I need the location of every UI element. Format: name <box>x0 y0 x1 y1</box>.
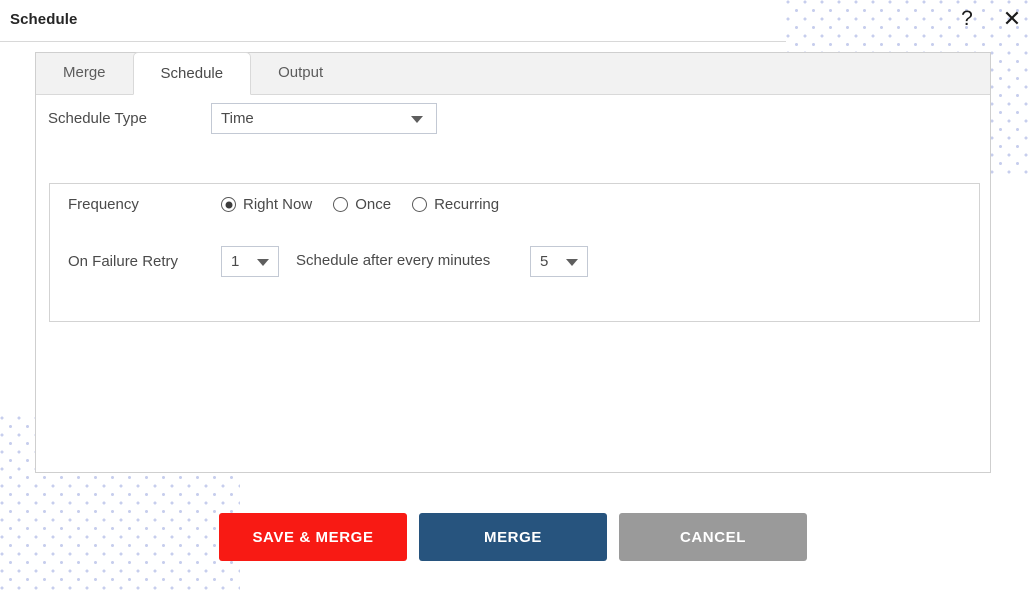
chevron-down-icon <box>257 259 269 266</box>
schedule-interval-select[interactable]: 5 <box>530 246 588 277</box>
schedule-interval-value: 5 <box>540 253 549 270</box>
tab-output[interactable]: Output <box>251 52 350 94</box>
frequency-group: Frequency Right Now Once Recurring On Fa… <box>49 183 980 322</box>
frequency-row: Frequency Right Now Once Recurring <box>68 196 520 213</box>
tab-bar: Merge Schedule Output <box>36 52 990 95</box>
on-failure-retry-row: On Failure Retry 1 Schedule after every … <box>68 246 588 277</box>
title-bar: Schedule ? ✕ <box>0 0 1031 42</box>
schedule-type-row: Schedule Type Time <box>48 103 437 134</box>
radio-label-once: Once <box>355 196 392 213</box>
frequency-label: Frequency <box>68 196 139 213</box>
radio-right-now[interactable]: Right Now <box>221 196 312 213</box>
schedule-type-select[interactable]: Time <box>211 103 437 134</box>
radio-label-right-now: Right Now <box>243 196 313 213</box>
radio-once[interactable]: Once <box>333 196 391 213</box>
merge-button[interactable]: MERGE <box>419 513 607 561</box>
on-failure-retry-label: On Failure Retry <box>68 253 179 270</box>
schedule-dialog-panel: Merge Schedule Output Schedule Type Time… <box>35 52 991 473</box>
radio-icon-right-now <box>221 197 236 212</box>
on-failure-retry-select[interactable]: 1 <box>221 246 279 277</box>
radio-icon-recurring <box>412 197 428 212</box>
close-icon[interactable]: ✕ <box>999 6 1025 32</box>
tab-schedule[interactable]: Schedule <box>132 52 252 95</box>
radio-recurring[interactable]: Recurring <box>412 196 499 213</box>
title-divider <box>0 41 786 42</box>
radio-label-recurring: Recurring <box>434 196 500 213</box>
schedule-type-value: Time <box>221 110 254 127</box>
help-icon[interactable]: ? <box>954 6 980 32</box>
radio-icon-once <box>333 197 349 212</box>
tab-merge[interactable]: Merge <box>36 52 133 94</box>
chevron-down-icon <box>566 259 578 266</box>
footer-buttons: SAVE & MERGE MERGE CANCEL <box>219 513 807 561</box>
schedule-after-every-label: Schedule after every minutes <box>296 252 491 269</box>
save-and-merge-button[interactable]: SAVE & MERGE <box>219 513 407 561</box>
schedule-type-label: Schedule Type <box>48 110 147 127</box>
page-title: Schedule <box>10 11 78 28</box>
chevron-down-icon <box>411 116 423 123</box>
on-failure-retry-value: 1 <box>231 253 240 270</box>
cancel-button[interactable]: CANCEL <box>619 513 807 561</box>
